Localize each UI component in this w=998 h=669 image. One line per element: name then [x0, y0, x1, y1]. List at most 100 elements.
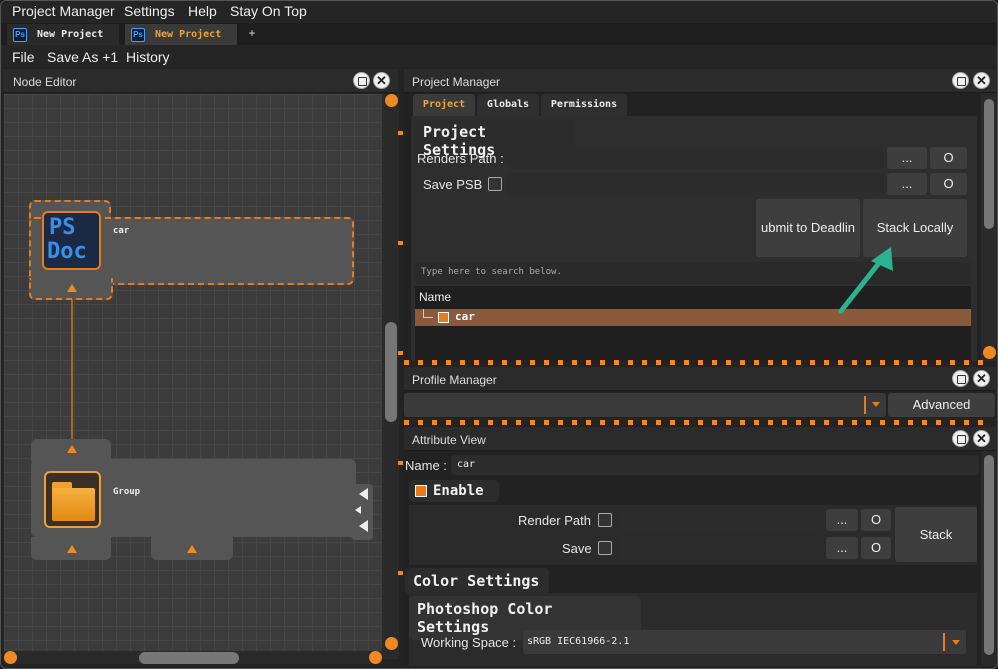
save-as-plus-one-button[interactable]: Save As +1	[47, 49, 118, 65]
ps-doc-icon: PS Doc	[42, 211, 101, 270]
scroll-handle-bottom[interactable]	[385, 637, 398, 650]
node-editor-vscroll[interactable]	[382, 94, 399, 659]
tab-label: New Project	[37, 29, 104, 40]
photoshop-icon: Ps	[131, 27, 145, 42]
name-input[interactable]: car	[451, 455, 979, 475]
history-menu[interactable]: History	[126, 49, 170, 65]
tree-header-name: Name	[419, 290, 452, 304]
render-path-input[interactable]	[619, 509, 823, 531]
output-arrow-icon	[67, 284, 77, 292]
scroll-thumb[interactable]	[984, 455, 994, 655]
node-editor-canvas[interactable]: PS Doc car Group	[4, 94, 382, 651]
close-icon[interactable]: ✕	[973, 370, 990, 387]
splitter-vertical[interactable]	[398, 71, 403, 661]
stack-button[interactable]: Stack	[895, 507, 977, 562]
attribute-view-title: Attribute View	[412, 433, 486, 447]
scroll-handle-left[interactable]	[4, 651, 17, 664]
render-path-browse-button[interactable]: ...	[826, 509, 858, 531]
project-manager-vscroll[interactable]	[981, 93, 996, 361]
menu-bar: Project Manager Settings Help Stay On To…	[1, 1, 997, 23]
folder-icon	[44, 471, 101, 528]
menu-settings[interactable]: Settings	[124, 3, 175, 19]
checkbox-checked-icon[interactable]	[438, 312, 449, 323]
port-arrow-icon	[355, 506, 361, 514]
splitter-horizontal[interactable]	[404, 420, 984, 425]
tree-branch-icon	[423, 309, 433, 318]
app-window: Project Manager Settings Help Stay On To…	[0, 0, 998, 669]
close-icon[interactable]: ✕	[973, 72, 990, 89]
tab-new-project-2[interactable]: Ps New Project	[125, 24, 237, 45]
minimize-icon[interactable]	[952, 72, 969, 89]
save-psb-checkbox[interactable]	[488, 177, 502, 191]
save-psb-label: Save PSB	[423, 177, 483, 192]
project-manager-header: Project Manager ✕	[404, 69, 996, 93]
menu-help[interactable]: Help	[188, 3, 217, 19]
working-space-select[interactable]: sRGB IEC61966-2.1	[523, 630, 966, 654]
save-browse-button[interactable]: ...	[826, 537, 858, 559]
document-tab-bar: Ps New Project Ps New Project	[1, 23, 997, 45]
add-tab-button[interactable]: +	[241, 26, 263, 42]
minimize-icon[interactable]	[952, 370, 969, 387]
attribute-view-header: Attribute View ✕	[404, 427, 996, 451]
toolbar: File Save As +1 History	[1, 45, 997, 67]
tab-permissions[interactable]: Permissions	[541, 94, 627, 116]
scroll-thumb[interactable]	[385, 322, 397, 422]
annotation-arrow-icon	[838, 247, 893, 314]
working-space-label: Working Space :	[421, 635, 517, 650]
renders-path-label: Renders Path :	[417, 151, 504, 166]
menu-stay-on-top[interactable]: Stay On Top	[230, 3, 307, 19]
output-arrow-icon	[187, 545, 197, 553]
project-manager-title: Project Manager	[412, 75, 501, 89]
tab-label: New Project	[155, 29, 222, 40]
save-psb-path-input[interactable]	[507, 173, 884, 195]
splitter-horizontal[interactable]	[404, 360, 984, 365]
minimize-icon[interactable]	[353, 72, 370, 89]
chevron-down-icon	[952, 640, 960, 645]
renders-path-input[interactable]	[507, 147, 884, 169]
renders-path-open-button[interactable]: O	[930, 147, 967, 169]
node-label-car: car	[113, 226, 130, 236]
tab-project[interactable]: Project	[413, 94, 475, 116]
input-arrow-icon	[67, 445, 77, 453]
scroll-handle-right[interactable]	[369, 651, 382, 664]
tab-globals[interactable]: Globals	[477, 94, 539, 116]
close-icon[interactable]: ✕	[973, 430, 990, 447]
minimize-icon[interactable]	[952, 430, 969, 447]
menu-project-manager[interactable]: Project Manager	[12, 3, 115, 19]
scroll-thumb[interactable]	[984, 99, 994, 229]
render-path-checkbox[interactable]	[598, 513, 612, 527]
save-path-input[interactable]	[619, 537, 823, 559]
node-editor-hscroll[interactable]	[4, 651, 382, 664]
save-open-button[interactable]: O	[861, 537, 891, 559]
scroll-handle-bottom[interactable]	[983, 346, 996, 359]
scroll-handle-top[interactable]	[385, 94, 398, 107]
node-editor-header: Node Editor ✕	[3, 69, 398, 93]
chevron-down-icon	[872, 402, 880, 407]
save-psb-open-button[interactable]: O	[930, 173, 967, 195]
node-connection	[71, 298, 73, 444]
node-editor-title: Node Editor	[13, 75, 77, 89]
close-icon[interactable]: ✕	[373, 72, 390, 89]
side-ports[interactable]	[351, 484, 373, 540]
enable-toggle[interactable]: Enable	[409, 480, 499, 502]
save-checkbox[interactable]	[598, 541, 612, 555]
profile-select[interactable]	[404, 393, 886, 417]
checkbox-checked-icon[interactable]	[415, 485, 427, 497]
port-arrow-icon	[359, 488, 368, 500]
attribute-view-vscroll[interactable]	[981, 451, 996, 666]
photoshop-icon: Ps	[13, 27, 27, 42]
scroll-thumb[interactable]	[139, 652, 239, 664]
render-path-open-button[interactable]: O	[861, 509, 891, 531]
renders-path-browse-button[interactable]: ...	[887, 147, 927, 169]
file-menu[interactable]: File	[12, 49, 35, 65]
node-label-group: Group	[113, 487, 141, 497]
output-arrow-icon	[67, 545, 77, 553]
color-settings-heading: Color Settings	[405, 568, 549, 594]
render-path-label: Render Path	[518, 513, 591, 528]
profile-manager-header: Profile Manager ✕	[404, 367, 996, 391]
advanced-button[interactable]: Advanced	[888, 393, 995, 417]
name-label: Name :	[405, 458, 447, 473]
save-psb-browse-button[interactable]: ...	[887, 173, 927, 195]
tab-new-project-1[interactable]: Ps New Project	[7, 24, 119, 45]
save-label: Save	[562, 541, 592, 556]
